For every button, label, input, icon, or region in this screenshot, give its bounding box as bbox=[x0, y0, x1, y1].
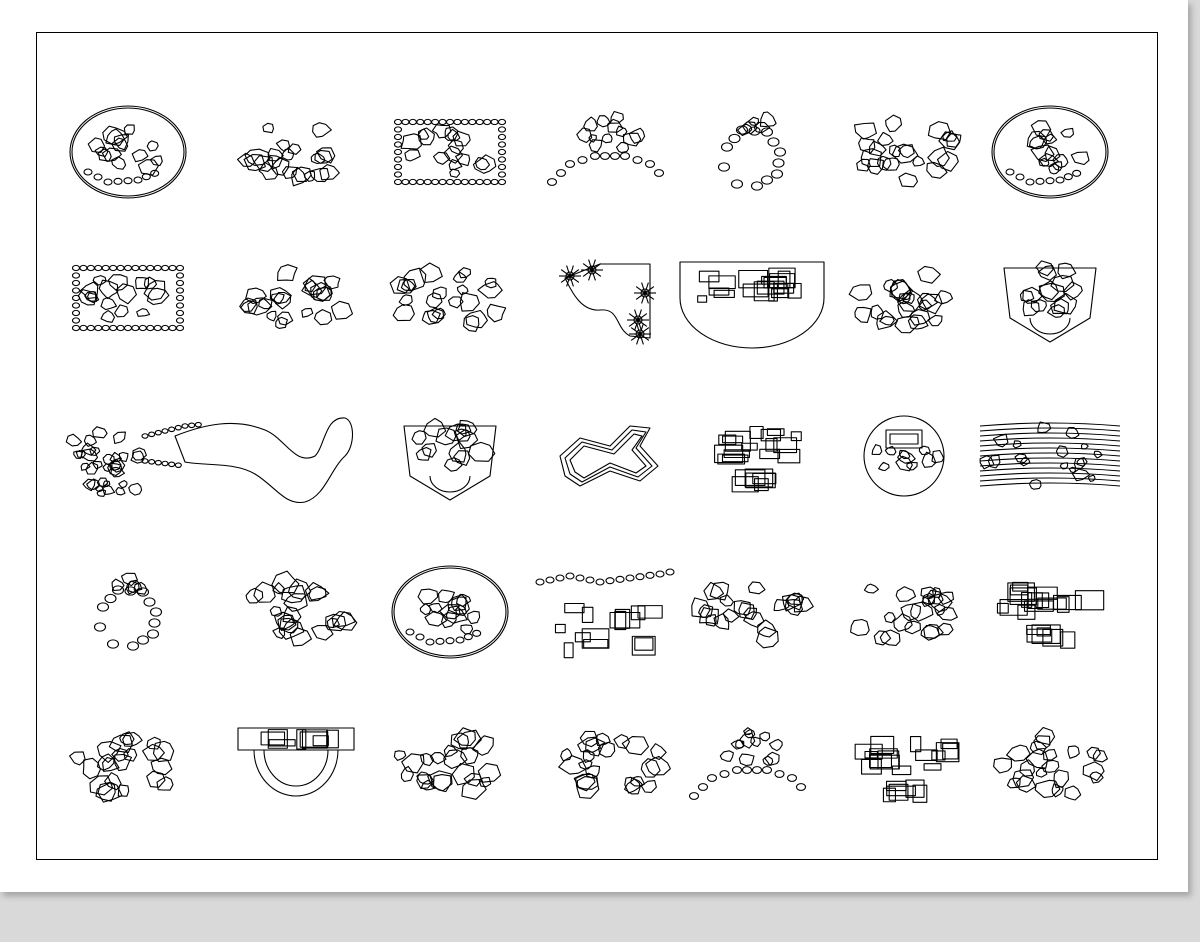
rock-crescent bbox=[677, 711, 827, 821]
rock-circle-platform bbox=[829, 401, 979, 511]
rock-scatter-loose bbox=[375, 711, 525, 821]
drawing-sheet bbox=[0, 0, 1188, 892]
rock-arch-platform bbox=[221, 711, 371, 821]
rock-boulders-large bbox=[535, 711, 685, 821]
rock-cluster-round bbox=[829, 557, 979, 667]
rock-cluster-tail bbox=[221, 557, 371, 667]
rock-cluster-spread bbox=[829, 97, 979, 207]
rock-cluster-flat bbox=[375, 243, 525, 353]
rock-cluster-dense bbox=[221, 243, 371, 353]
rock-ring-cluster bbox=[677, 97, 827, 207]
rock-terrace bbox=[829, 711, 979, 821]
rock-blocks-cross bbox=[677, 401, 827, 511]
rock-wing-spread bbox=[53, 711, 203, 821]
rock-oval-small bbox=[975, 97, 1125, 207]
rock-oval-bed bbox=[375, 557, 525, 667]
rock-arch-chain bbox=[535, 97, 685, 207]
rock-ring-platform bbox=[53, 557, 203, 667]
rock-stratified-bed bbox=[975, 401, 1125, 511]
rock-chain-long bbox=[53, 243, 203, 353]
rock-bed-chain-border bbox=[375, 97, 525, 207]
rock-cluster-small bbox=[221, 97, 371, 207]
rock-angular-stack bbox=[535, 401, 685, 511]
rock-ridge-blocks bbox=[535, 557, 685, 667]
rock-half-dome bbox=[677, 243, 827, 353]
rock-basin-u bbox=[375, 401, 525, 511]
rock-pond-freeform bbox=[55, 401, 355, 511]
rock-cliff-blocks bbox=[975, 557, 1125, 667]
rock-cluster-tall bbox=[829, 243, 979, 353]
rock-mound-right bbox=[975, 711, 1125, 821]
rock-garden-oval-ring bbox=[53, 97, 203, 207]
rock-pentagon-basin bbox=[975, 243, 1125, 353]
rock-planting-shrubs bbox=[535, 243, 685, 353]
rock-scatter-mound bbox=[677, 557, 827, 667]
